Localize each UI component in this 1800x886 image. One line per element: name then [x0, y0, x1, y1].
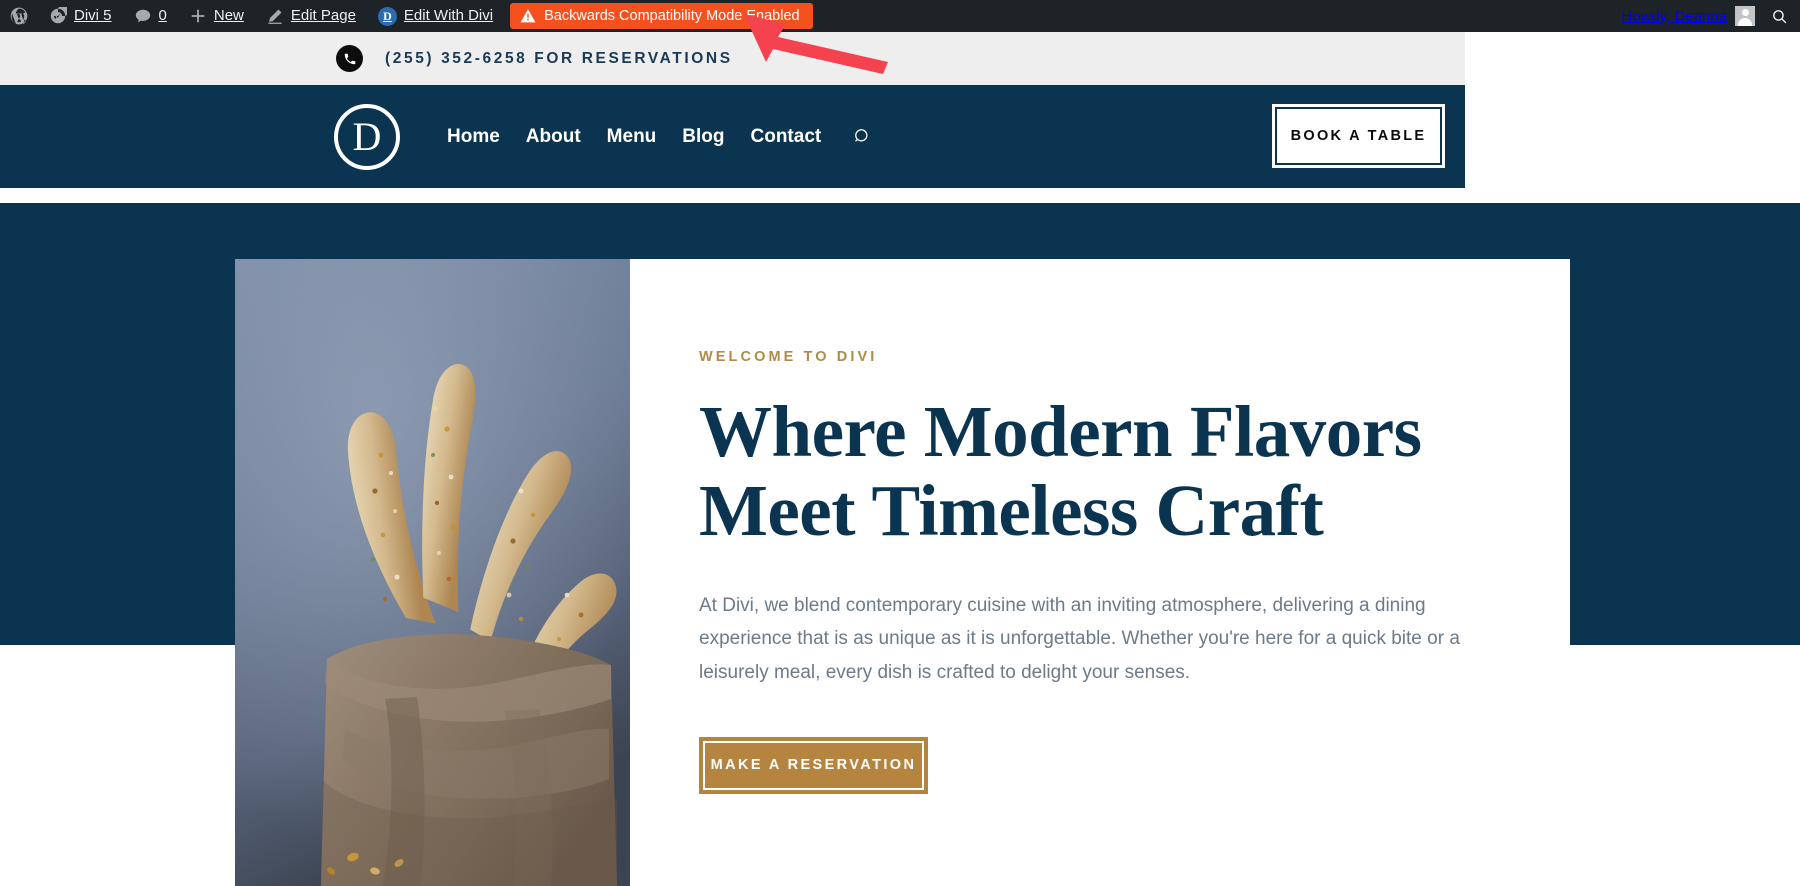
- hero-card: WELCOME TO DIVI Where Modern Flavors Mee…: [235, 259, 1570, 886]
- make-a-reservation-button[interactable]: MAKE A RESERVATION: [699, 736, 928, 794]
- howdy-label: Howdy, Deanna: [1621, 7, 1727, 25]
- book-a-table-button[interactable]: BOOK A TABLE: [1272, 104, 1445, 168]
- admin-bar-site-name[interactable]: Divi 5: [38, 0, 123, 32]
- dashboard-icon: [50, 7, 67, 24]
- admin-bar-comments[interactable]: 0: [123, 0, 178, 32]
- hero-title: Where Modern Flavors Meet Timeless Craft: [699, 391, 1460, 551]
- pencil-icon: [268, 9, 282, 24]
- top-bar-contact-group: (255) 352-6258 FOR RESERVATIONS: [336, 45, 733, 72]
- backwards-compatibility-badge-label: Backwards Compatibility Mode Enabled: [544, 8, 800, 24]
- nav-item-menu[interactable]: Menu: [607, 126, 657, 148]
- hero-paragraph: At Divi, we blend contemporary cuisine w…: [699, 594, 1460, 683]
- admin-bar-edit-page[interactable]: Edit Page: [255, 0, 367, 32]
- wp-admin-bar: Divi 5 0 New Edit Page D Edit With Divi …: [0, 0, 1800, 32]
- wordpress-logo-icon: [10, 7, 28, 25]
- hero-eyebrow: WELCOME TO DIVI: [699, 349, 878, 365]
- admin-bar-comments-count: 0: [158, 7, 167, 24]
- admin-bar-new-label: New: [213, 7, 244, 24]
- hero-title-line-1: Where Modern Flavors: [699, 391, 1422, 472]
- search-icon: [1773, 9, 1787, 23]
- warning-triangle-icon: [520, 9, 536, 23]
- plus-icon: [191, 9, 205, 23]
- site-logo[interactable]: D: [334, 103, 400, 170]
- nav-item-home[interactable]: Home: [447, 126, 500, 148]
- site-top-bar: (255) 352-6258 FOR RESERVATIONS: [0, 32, 1465, 85]
- phone-icon: [336, 45, 363, 72]
- admin-bar-wp-logo[interactable]: [0, 0, 38, 32]
- site-header: D Home About Menu Blog Contact BOOK A TA…: [0, 85, 1465, 188]
- admin-bar-new-content[interactable]: New: [178, 0, 255, 32]
- admin-bar-my-account[interactable]: Howdy, Deanna: [1611, 0, 1765, 32]
- admin-bar-site-name-label: Divi 5: [74, 7, 112, 24]
- phone-number-text: (255) 352-6258 FOR RESERVATIONS: [385, 49, 733, 67]
- hero-content: WELCOME TO DIVI Where Modern Flavors Mee…: [630, 259, 1570, 886]
- divi-logo-icon: D: [377, 6, 397, 26]
- backwards-compatibility-badge[interactable]: Backwards Compatibility Mode Enabled: [510, 3, 813, 29]
- avatar: [1735, 6, 1755, 26]
- primary-navigation: Home About Menu Blog Contact: [447, 126, 872, 148]
- nav-item-contact[interactable]: Contact: [751, 126, 822, 148]
- nav-item-about[interactable]: About: [526, 126, 581, 148]
- search-icon: [855, 129, 868, 142]
- hero-photo: [235, 259, 630, 886]
- breadsticks-photo-illustration: [235, 259, 630, 886]
- comment-bubble-icon: [135, 9, 150, 23]
- nav-search-button[interactable]: [853, 127, 872, 146]
- admin-bar-edit-with-divi-label: Edit With Divi: [403, 7, 494, 24]
- hero-title-line-2: Meet Timeless Craft: [699, 469, 1324, 551]
- nav-item-blog[interactable]: Blog: [682, 126, 724, 148]
- admin-bar-edit-page-label: Edit Page: [290, 7, 356, 24]
- admin-bar-edit-with-divi[interactable]: D Edit With Divi: [367, 0, 504, 32]
- admin-bar-search-button[interactable]: [1765, 8, 1800, 25]
